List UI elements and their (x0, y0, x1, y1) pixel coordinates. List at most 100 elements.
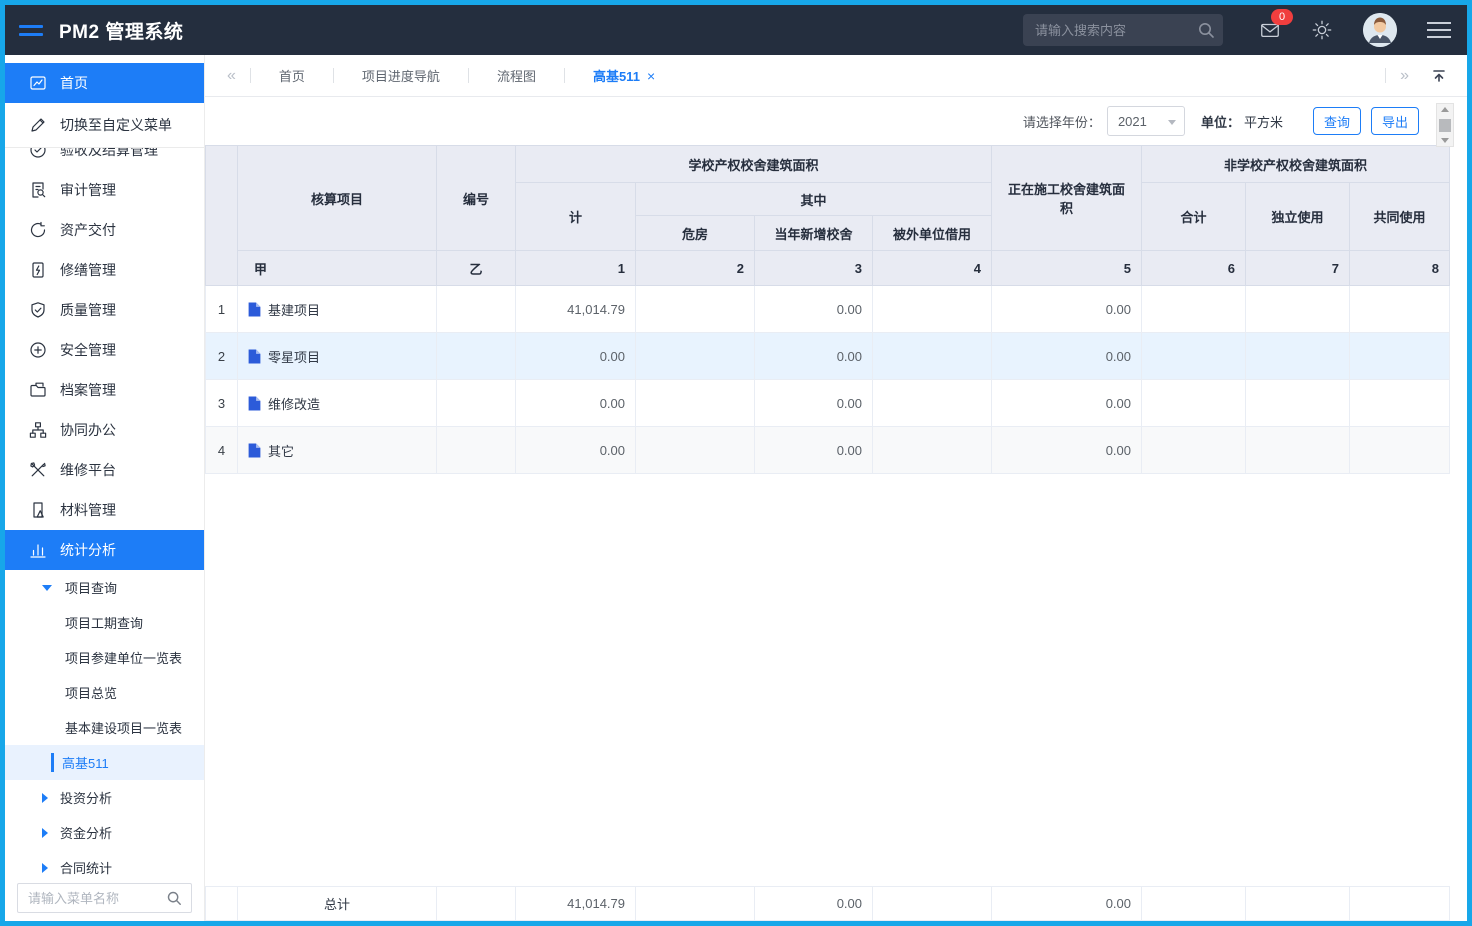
tools-icon (29, 461, 47, 479)
settings-button[interactable] (1311, 19, 1333, 41)
sidebar-menu-item[interactable]: 质量管理 (5, 290, 204, 330)
table-row[interactable]: 2零星项目0.000.000.00 (206, 333, 1450, 380)
tabs-scroll-left-icon[interactable]: « (219, 67, 244, 85)
sidebar-menu-item[interactable]: 首页 (5, 63, 204, 103)
user-avatar[interactable] (1363, 13, 1397, 47)
sidebar-menu-item[interactable]: 档案管理 (5, 370, 204, 410)
total-value-cell (1350, 887, 1450, 921)
group-label: 资金分析 (60, 823, 112, 842)
dashboard-icon (29, 74, 47, 92)
sidebar-menu-item[interactable]: 修缮管理 (5, 250, 204, 290)
selected-indicator (51, 753, 54, 772)
asset-transfer-icon (29, 221, 47, 239)
file-icon (248, 443, 261, 458)
code-cell: 6 (1142, 251, 1246, 286)
topbar: PM2 管理系统 0 (5, 5, 1467, 55)
scroll-down-icon[interactable] (1441, 138, 1449, 143)
sidebar-menu-item[interactable]: 维修平台 (5, 450, 204, 490)
messages-button[interactable]: 0 (1259, 19, 1281, 41)
tab-item[interactable]: 首页 (257, 55, 327, 96)
sidebar-menu-item[interactable]: 材料管理 (5, 490, 204, 530)
sidebar-group-collapsed[interactable]: 资金分析 (5, 815, 204, 850)
sidebar-submenu-item[interactable]: 项目总览 (5, 675, 204, 710)
code-value-cell (437, 380, 516, 427)
caret-right-icon (42, 828, 48, 838)
table-row[interactable]: 4其它0.000.000.00 (206, 427, 1450, 474)
collapse-panel-icon[interactable] (1417, 68, 1453, 84)
year-label: 请选择年份： (1023, 112, 1101, 131)
sidebar-menu-item[interactable]: 审计管理 (5, 170, 204, 210)
unit-value: 平方米 (1244, 112, 1283, 131)
sidebar-toggle-icon[interactable] (19, 25, 43, 36)
sidebar-menu-item[interactable]: 资产交付 (5, 210, 204, 250)
item-link[interactable]: 维修改造 (248, 394, 426, 413)
scrollbar-thumb[interactable] (1439, 119, 1451, 132)
code-cell: 3 (755, 251, 873, 286)
sidebar-menu-item[interactable]: 安全管理 (5, 330, 204, 370)
unit-label: 单位： (1201, 112, 1240, 131)
value-cell (636, 427, 755, 474)
year-select[interactable]: 2021 (1107, 106, 1185, 136)
sidebar-search-icon[interactable] (166, 890, 182, 906)
submenu-item-label: 高基511 (62, 753, 109, 772)
col-group-nonschool: 非学校产权校舍建筑面积 (1142, 146, 1450, 183)
value-cell (636, 333, 755, 380)
material-doc-icon (29, 501, 47, 519)
table-row[interactable]: 3维修改造0.000.000.00 (206, 380, 1450, 427)
chevron-down-icon (1168, 120, 1176, 125)
item-cell: 基建项目 (238, 286, 437, 333)
group-label: 投资分析 (60, 788, 112, 807)
sidebar-menu-item[interactable]: 协同办公 (5, 410, 204, 450)
group-label: 项目查询 (65, 578, 117, 597)
col-header-shared: 共同使用 (1350, 183, 1450, 251)
tab-item[interactable]: 项目进度导航 (340, 55, 462, 96)
scroll-up-icon[interactable] (1441, 107, 1449, 112)
code-cell: 1 (516, 251, 636, 286)
value-cell: 0.00 (755, 380, 873, 427)
value-cell: 0.00 (755, 286, 873, 333)
item-link[interactable]: 零星项目 (248, 347, 426, 366)
tab-close-icon[interactable]: × (647, 68, 655, 84)
value-cell (636, 380, 755, 427)
submenu-item-label: 基本建设项目一览表 (65, 718, 182, 737)
value-cell (1350, 333, 1450, 380)
tab-item[interactable]: 流程图 (475, 55, 558, 96)
query-button[interactable]: 查询 (1313, 107, 1361, 135)
item-label: 其它 (268, 441, 294, 460)
sidebar-submenu-item[interactable]: 高基511 (5, 745, 204, 780)
value-cell: 0.00 (992, 427, 1142, 474)
item-link[interactable]: 其它 (248, 441, 426, 460)
sidebar: 首页切换至自定义菜单验收及结算管理审计管理资产交付修缮管理质量管理安全管理档案管… (5, 55, 205, 921)
row-number-cell: 4 (206, 427, 238, 474)
sidebar-submenu-item[interactable]: 基本建设项目一览表 (5, 710, 204, 745)
value-cell: 0.00 (992, 380, 1142, 427)
topbar-menu-icon[interactable] (1427, 22, 1451, 38)
table-row[interactable]: 1基建项目41,014.790.000.00 (206, 286, 1450, 333)
value-cell (1246, 286, 1350, 333)
sidebar-submenu-item[interactable]: 项目参建单位一览表 (5, 640, 204, 675)
tab-separator (564, 68, 565, 83)
menu-item-label: 资产交付 (60, 220, 116, 240)
item-link[interactable]: 基建项目 (248, 300, 426, 319)
sidebar-group-collapsed[interactable]: 投资分析 (5, 780, 204, 815)
app-window: PM2 管理系统 0 首页切换至自定义菜单验收及结算管理审计管理资产交付修缮管理… (0, 0, 1472, 926)
export-button[interactable]: 导出 (1371, 107, 1419, 135)
tabs-scroll-right-icon[interactable]: » (1392, 67, 1417, 85)
tab-label: 高基511 (593, 66, 640, 85)
caret-down-icon (42, 585, 52, 591)
value-cell: 0.00 (755, 427, 873, 474)
menu-item-label: 切换至自定义菜单 (60, 115, 172, 135)
global-search-input[interactable] (1023, 14, 1223, 46)
value-cell: 0.00 (516, 333, 636, 380)
value-cell (873, 427, 992, 474)
tab-item[interactable]: 高基511 × (571, 55, 677, 96)
caret-right-icon (42, 863, 48, 873)
search-icon[interactable] (1197, 21, 1215, 39)
value-cell (1246, 380, 1350, 427)
app-title: PM2 管理系统 (59, 17, 183, 44)
sidebar-menu-item[interactable]: 切换至自定义菜单 (5, 103, 204, 148)
sidebar-submenu-item[interactable]: 项目工期查询 (5, 605, 204, 640)
value-cell (1350, 380, 1450, 427)
sidebar-menu-item[interactable]: 统计分析 (5, 530, 204, 570)
sidebar-group-expanded[interactable]: 项目查询 (5, 570, 204, 605)
